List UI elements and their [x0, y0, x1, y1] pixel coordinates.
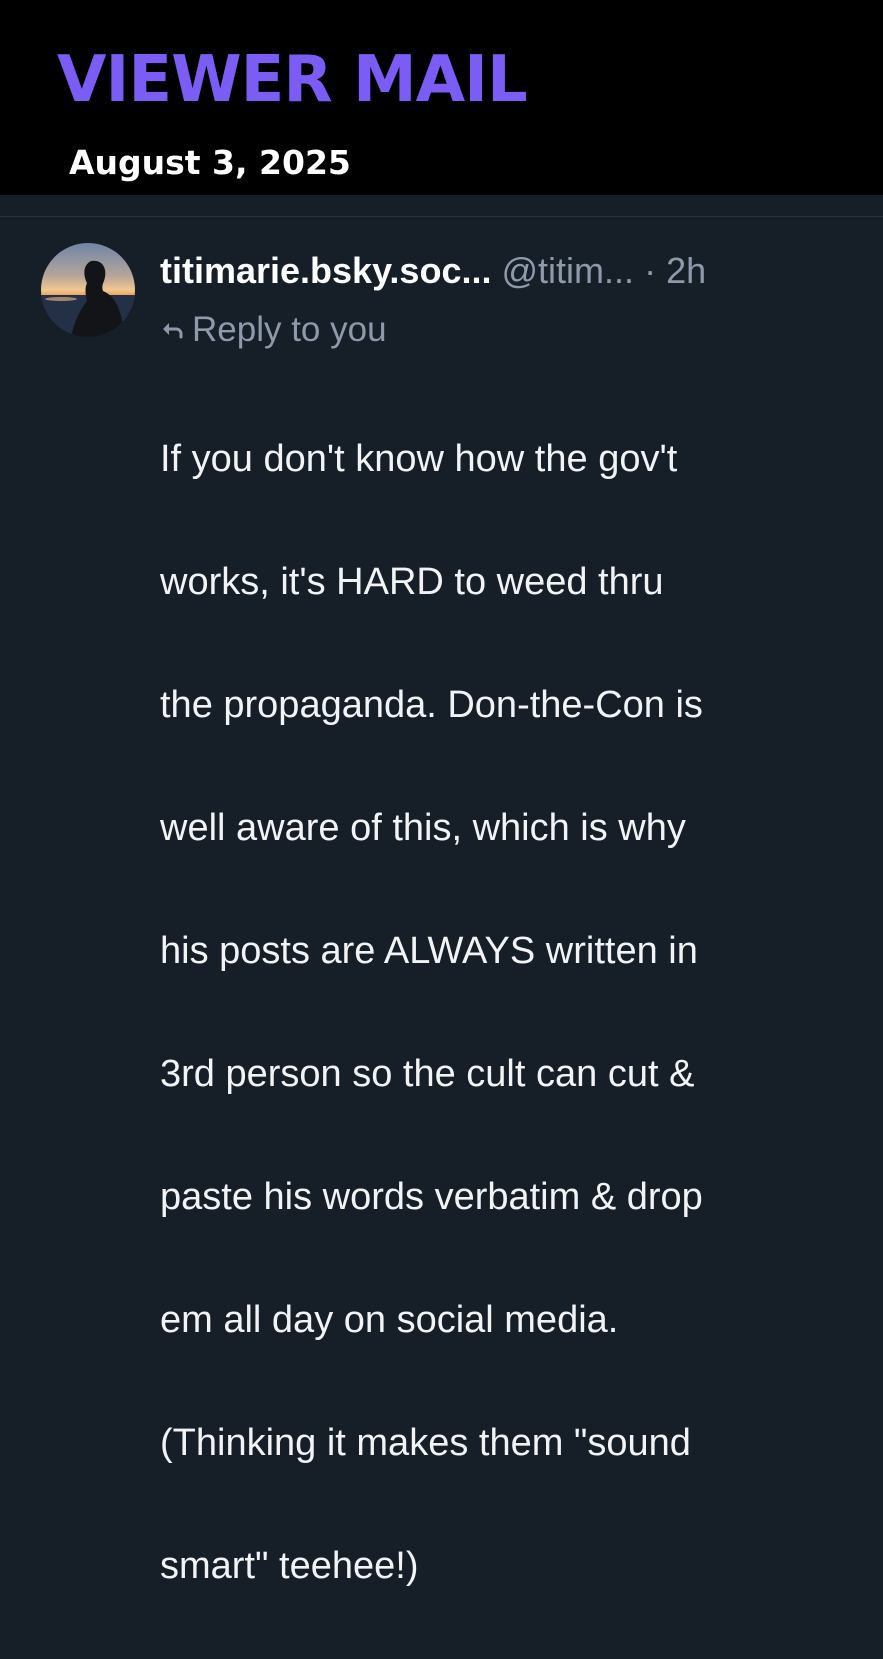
post-text-line: smart" teehee!) [160, 1544, 419, 1587]
post-text-line: 3rd person so the cult can cut & [160, 1052, 695, 1095]
meta-separator: · [644, 250, 657, 291]
post-timestamp[interactable]: 2h [666, 250, 706, 291]
post-text-line: If you don't know how the gov't [160, 437, 678, 480]
post-text-line: works, it's HARD to weed thru [160, 560, 664, 603]
post-text: If you don't know how the gov't works, i… [160, 367, 860, 1659]
reply-context[interactable]: Reply to you [160, 307, 387, 353]
post-text-line: the propaganda. Don-the-Con is [160, 683, 703, 726]
avatar[interactable] [41, 243, 135, 337]
post-author-line: titimarie.bsky.soc... @titim... · 2h [160, 247, 706, 295]
post-text-line: his posts are ALWAYS written in [160, 929, 698, 972]
post-card[interactable]: titimarie.bsky.soc... @titim... · 2h Rep… [0, 217, 883, 1587]
banner-date: August 3, 2025 [69, 143, 351, 182]
reply-arrow-icon [163, 323, 183, 339]
post-text-line: well aware of this, which is why [160, 806, 686, 849]
viewer-mail-banner: VIEWER MAIL August 3, 2025 [0, 0, 883, 195]
post-text-line: (Thinking it makes them "sound [160, 1421, 691, 1464]
author-display-name[interactable]: titimarie.bsky.soc... [160, 250, 491, 291]
banner-title: VIEWER MAIL [57, 43, 528, 117]
avatar-image [41, 243, 135, 337]
author-handle[interactable]: @titim... [502, 250, 635, 291]
post-text-line: em all day on social media. [160, 1298, 619, 1341]
post-text-line: paste his words verbatim & drop [160, 1175, 703, 1218]
reply-label: Reply to you [192, 310, 387, 349]
